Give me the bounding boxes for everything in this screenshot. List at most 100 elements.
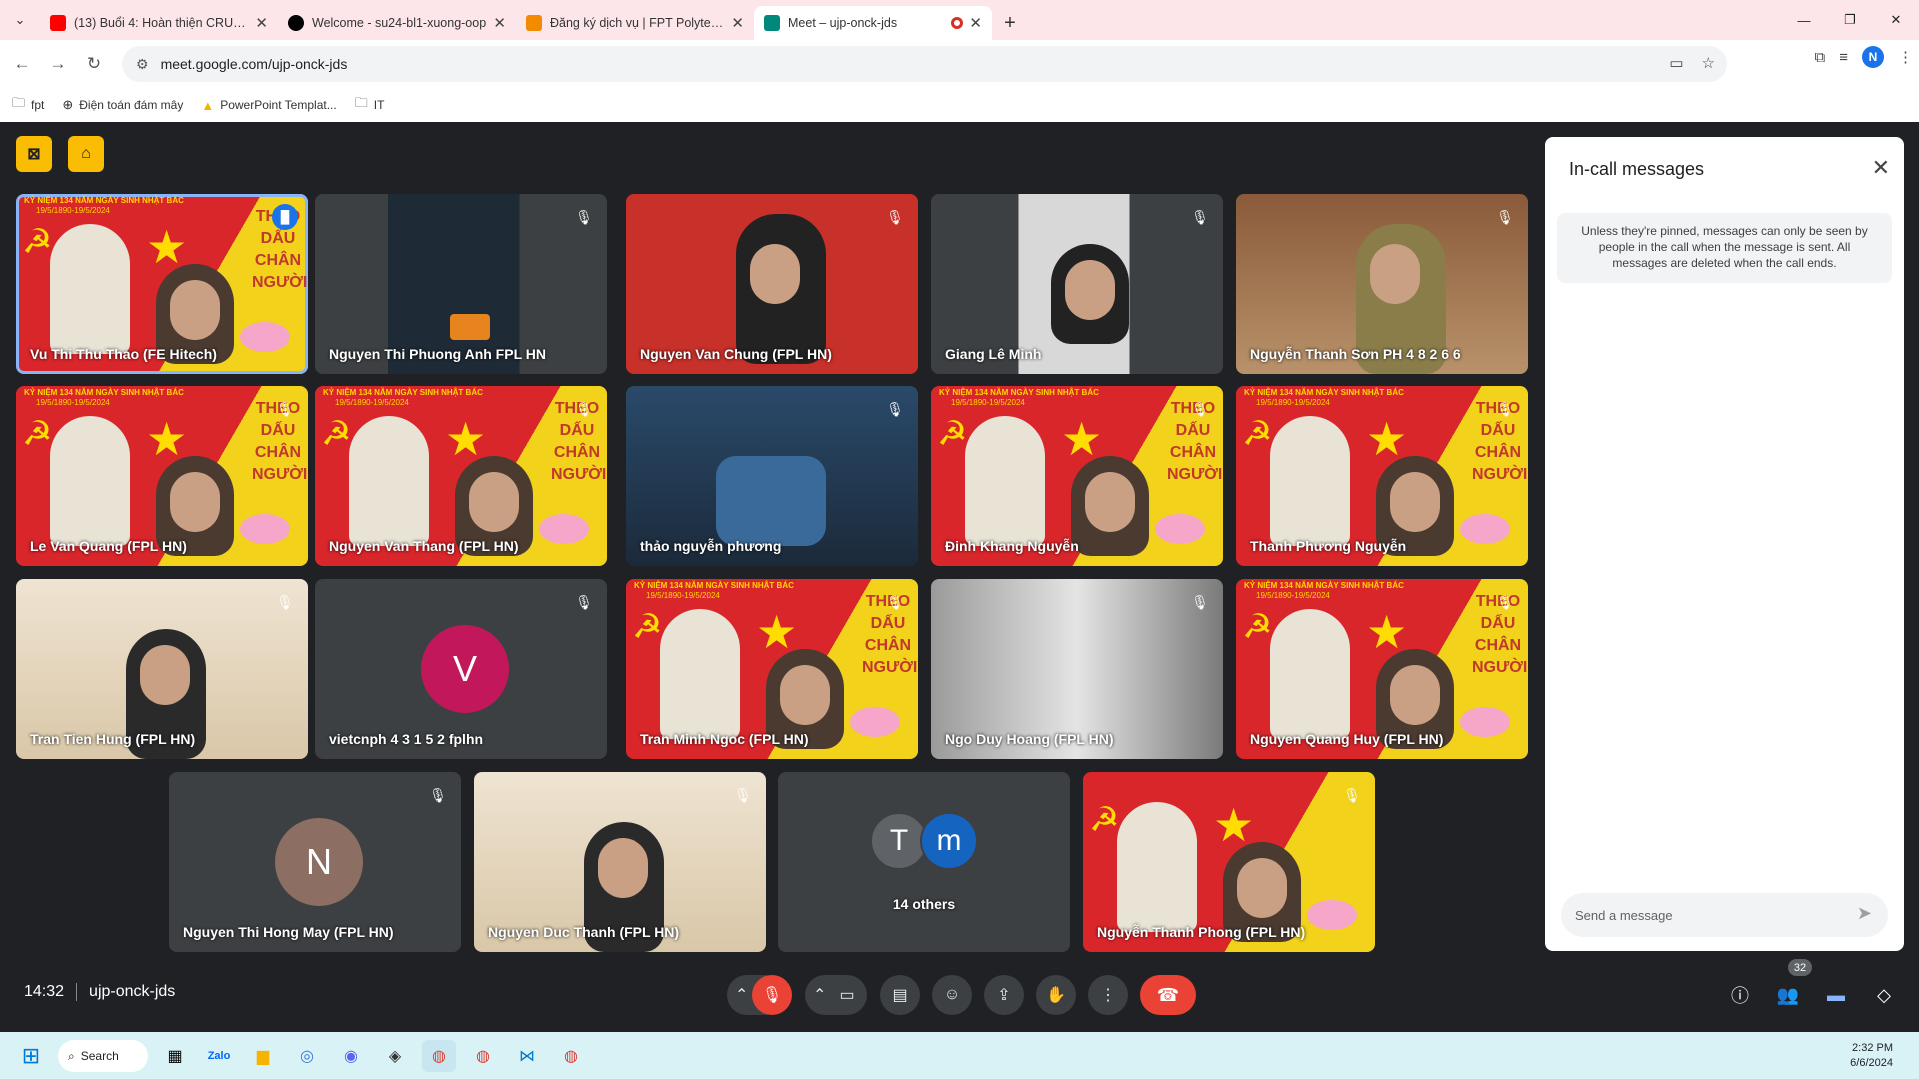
bookmark-star-icon[interactable]: ☆ (1702, 54, 1715, 72)
search-label: Search (80, 1049, 119, 1063)
close-window-button[interactable]: ✕ (1873, 0, 1919, 40)
close-icon[interactable]: ✕ (1872, 155, 1890, 181)
taskbar: ⊞ ⌕ Search ▦ Zalo ▆ ◎ ◉ ◈ ◍ ◍ ⋈ ◍ 2:32 PM… (0, 1032, 1919, 1079)
emoji-icon[interactable]: ☺ (932, 975, 972, 1015)
participant-tile[interactable]: Tran Tien Hung (FPL HN) 🎙 (16, 579, 308, 759)
participant-tile[interactable]: Nguyễn Thanh Sơn PH 4 8 2 6 6 🎙 (1236, 194, 1528, 374)
camera-icon[interactable]: ▭ (1669, 54, 1683, 72)
close-tab-icon[interactable]: ✕ (255, 14, 268, 32)
more-options-icon[interactable]: ⋮ (1088, 975, 1128, 1015)
taskbar-search[interactable]: ⌕ Search (58, 1040, 148, 1072)
search-icon: ⌕ (68, 1048, 75, 1063)
vscode-icon[interactable]: ⋈ (510, 1040, 544, 1072)
poster-figure (50, 416, 130, 546)
send-icon[interactable]: ➤ (1857, 903, 1872, 924)
widgets-icon[interactable]: ▦ (158, 1040, 192, 1072)
participant-tile[interactable]: ☭ ★ KỶ NIỆM 134 NĂM NGÀY SINH NHẬT BÁC 19/5… (315, 386, 607, 566)
bookmark-fpt[interactable]: 🗀 fpt (12, 94, 44, 116)
participant-name: thảo nguyễn phương (640, 538, 782, 554)
poster-dates: 19/5/1890-19/5/2024 (951, 398, 1025, 407)
mic-off-icon: 🎙 (1191, 208, 1209, 225)
participant-tile[interactable]: ☭ ★ KỶ NIỆM 134 NĂM NGÀY SINH NHẬT BÁC 19/5… (626, 579, 918, 759)
new-tab-button[interactable]: + (992, 6, 1028, 40)
app-icon[interactable]: ◎ (290, 1040, 324, 1072)
chat-panel: In-call messages ✕ Unless they're pinned… (1545, 137, 1904, 951)
poster-dates: 19/5/1890-19/5/2024 (36, 206, 110, 215)
tab-fpt[interactable]: Đăng ký dịch vụ | FPT Polytechnic ✕ (516, 6, 754, 40)
info-icon[interactable]: ⓘ (1720, 975, 1760, 1015)
chat-icon[interactable]: ▬ (1816, 975, 1856, 1015)
participant-tile[interactable]: Nguyen Duc Thanh (FPL HN) 🎙 (474, 772, 766, 952)
extensions-icon[interactable]: ⧉ (1815, 49, 1826, 66)
participant-tile[interactable]: ☭ ★ KỶ NIỆM 134 NĂM NGÀY SINH NHẬT BÁC 19/5… (16, 194, 308, 374)
restore-button[interactable]: ❐ (1827, 0, 1873, 40)
app-icon[interactable]: ◈ (378, 1040, 412, 1072)
poster-heading: KỶ NIỆM 134 NĂM NGÀY SINH NHẬT BÁC (323, 388, 483, 397)
participant-tile[interactable]: Tm 14 others (778, 772, 1070, 952)
participant-tile[interactable]: ☭ ★ KỶ NIỆM 134 NĂM NGÀY SINH NHẬT BÁC 19/5… (1236, 386, 1528, 566)
zalo-icon[interactable]: Zalo (202, 1040, 236, 1072)
message-input[interactable]: Send a message ➤ (1561, 893, 1888, 937)
poster-figure (660, 609, 740, 739)
bookmark-it[interactable]: 🗀 IT (355, 94, 385, 116)
close-tab-icon[interactable]: ✕ (493, 14, 506, 32)
people-icon[interactable]: 👥 (1768, 975, 1808, 1015)
participant-name: Nguyen Thi Hong May (FPL HN) (183, 924, 394, 940)
site-info-icon[interactable]: ⚙ (136, 56, 149, 73)
poster-heading: KỶ NIỆM 134 NĂM NGÀY SINH NHẬT BÁC (24, 388, 184, 397)
chrome-icon[interactable]: ◍ (554, 1040, 588, 1072)
end-call-icon[interactable]: ☎ (1140, 975, 1196, 1015)
participant-name: Nguyễn Thanh Phong (FPL HN) (1097, 924, 1306, 940)
chrome-icon[interactable]: ◍ (422, 1040, 456, 1072)
media-icon[interactable]: ≡ (1839, 49, 1848, 66)
close-tab-icon[interactable]: ✕ (731, 14, 744, 32)
tab-github[interactable]: Welcome - su24-bl1-xuong-oop ✕ (278, 6, 516, 40)
poster-dates: 19/5/1890-19/5/2024 (335, 398, 409, 407)
captions-icon[interactable]: ▤ (880, 975, 920, 1015)
present-icon[interactable]: ⇪ (984, 975, 1024, 1015)
participant-tile[interactable]: ☭ ★ Nguyễn Thanh Phong (FPL HN) 🎙 (1083, 772, 1375, 952)
discord-icon[interactable]: ◉ (334, 1040, 368, 1072)
browser-toolbar-right: ⧉ ≡ N ⋮ (1815, 46, 1913, 68)
camera-icon[interactable]: ▭ (827, 975, 867, 1015)
tab-youtube[interactable]: (13) Buổi 4: Hoàn thiện CRUD - ✕ (40, 6, 278, 40)
mic-off-icon: 🎙 (575, 593, 593, 610)
lotus-decoration (1307, 900, 1357, 930)
mic-off-icon: 🎙 (429, 786, 447, 803)
participant-tile[interactable]: N Nguyen Thi Hong May (FPL HN) 🎙 (169, 772, 461, 952)
raise-hand-icon[interactable]: ✋ (1036, 975, 1076, 1015)
close-tab-icon[interactable]: ✕ (969, 14, 982, 32)
profile-avatar[interactable]: N (1862, 46, 1884, 68)
participant-tile[interactable]: ☭ ★ KỶ NIỆM 134 NĂM NGÀY SINH NHẬT BÁC 19/5… (16, 386, 308, 566)
tab-meet[interactable]: Meet – ujp-onck-jds ✕ (754, 6, 992, 40)
companion-icon[interactable]: ⌂ (68, 136, 104, 172)
participant-tile[interactable]: Nguyen Van Chung (FPL HN) 🎙 (626, 194, 918, 374)
participant-tile[interactable]: Ngo Duy Hoang (FPL HN) 🎙 (931, 579, 1223, 759)
menu-icon[interactable]: ⋮ (1898, 48, 1913, 66)
reload-button[interactable]: ↻ (76, 46, 112, 82)
participant-tile[interactable]: thảo nguyễn phương 🎙 (626, 386, 918, 566)
captions-off-icon[interactable]: ⊠ (16, 136, 52, 172)
activities-icon[interactable]: ◇ (1864, 975, 1904, 1015)
tab-search-button[interactable]: ⌄ (0, 0, 40, 40)
poster-figure (50, 224, 130, 354)
bookmark-cloud[interactable]: ⊕ Điện toán đám mây (62, 97, 183, 113)
participant-tile[interactable]: Giang Lê Minh 🎙 (931, 194, 1223, 374)
poster-figure (965, 416, 1045, 546)
minimize-button[interactable]: — (1781, 0, 1827, 40)
file-explorer-icon[interactable]: ▆ (246, 1040, 280, 1072)
participant-tile[interactable]: Nguyen Thi Phuong Anh FPL HN 🎙 (315, 194, 607, 374)
back-button[interactable]: ← (4, 46, 40, 82)
poster-figure (1270, 609, 1350, 739)
participant-tile[interactable]: Vvietcnph 4 3 1 5 2 fplhn 🎙 (315, 579, 607, 759)
participant-tile[interactable]: ☭ ★ KỶ NIỆM 134 NĂM NGÀY SINH NHẬT BÁC 19/5… (931, 386, 1223, 566)
forward-button[interactable]: → (40, 46, 76, 82)
chrome-icon[interactable]: ◍ (466, 1040, 500, 1072)
windows-start-icon[interactable]: ⊞ (14, 1040, 48, 1072)
participant-tile[interactable]: ☭ ★ KỶ NIỆM 134 NĂM NGÀY SINH NHẬT BÁC 19/5… (1236, 579, 1528, 759)
omnibox[interactable]: ⚙ meet.google.com/ujp-onck-jds ▭ ☆ (122, 46, 1727, 82)
drive-icon: ▲ (201, 97, 215, 113)
system-clock: 2:32 PM 6/6/2024 (1850, 1041, 1893, 1071)
mic-off-icon[interactable]: 🎙 (752, 975, 792, 1015)
bookmark-powerpoint[interactable]: ▲ PowerPoint Templat... (201, 98, 336, 113)
